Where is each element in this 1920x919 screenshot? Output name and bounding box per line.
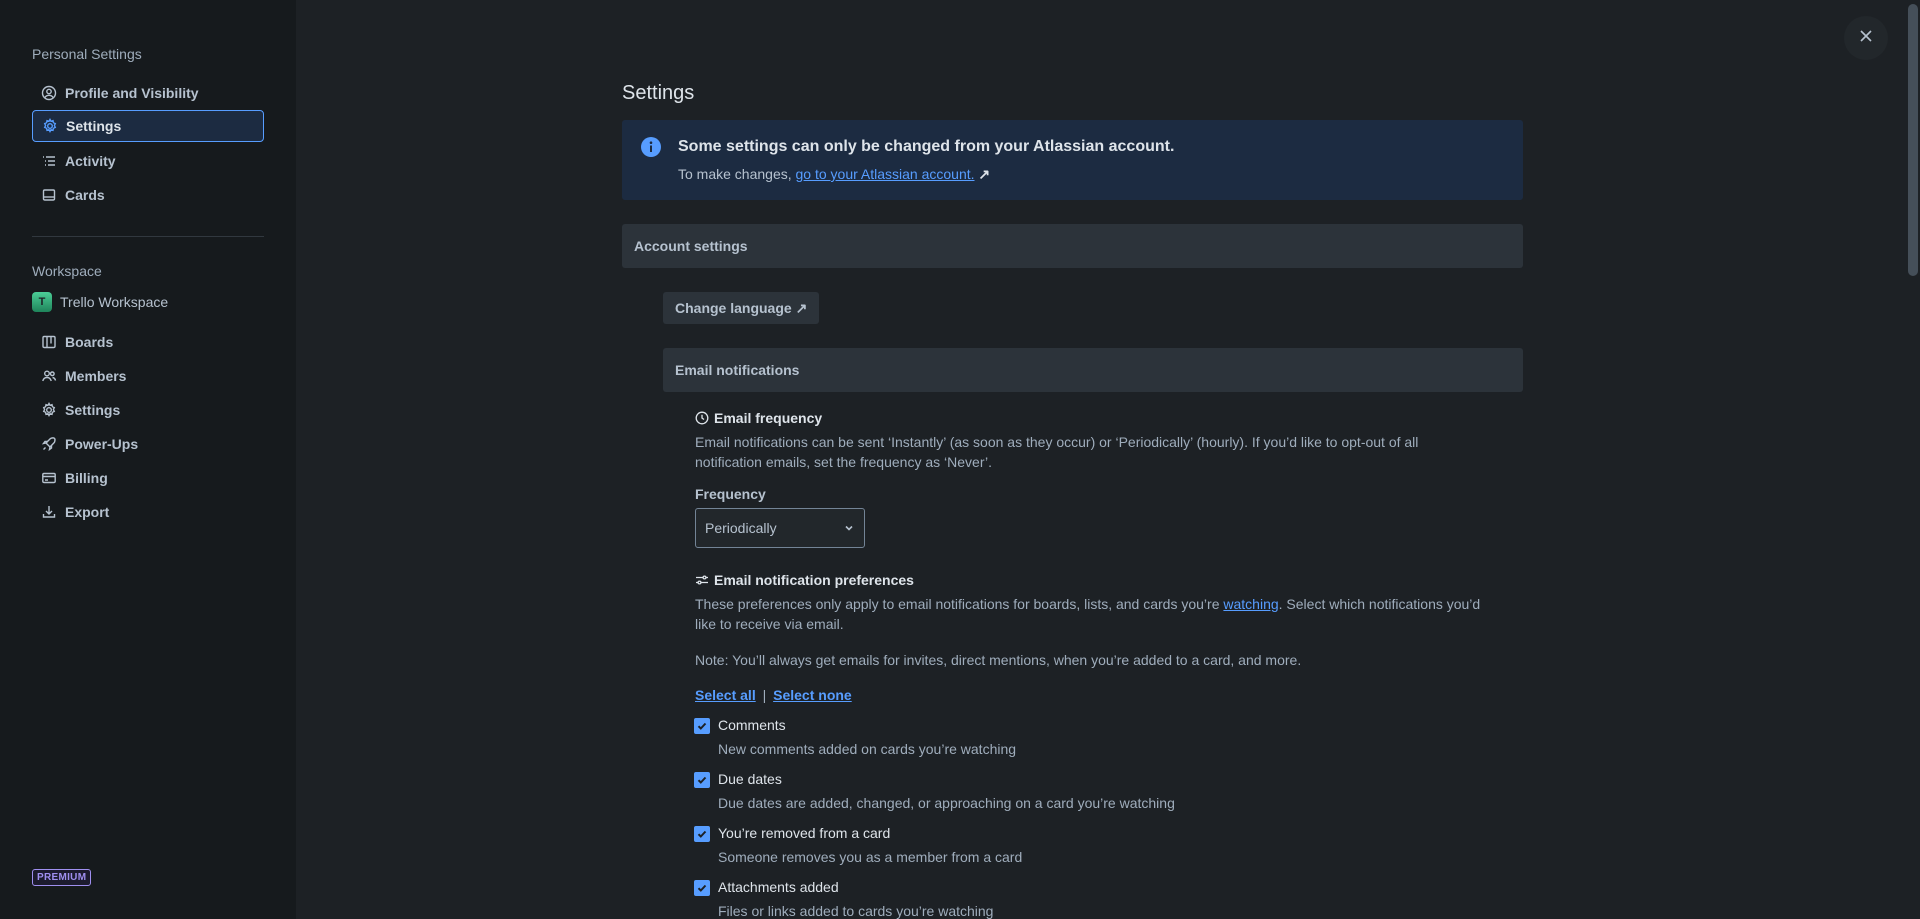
info-icon [640,136,662,163]
due-dates-checkbox[interactable] [694,772,710,788]
email-frequency-description: Email notifications can be sent ‘Instant… [695,432,1418,472]
removed-from-card-checkbox[interactable] [694,826,710,842]
prefs-line2: like to receive via email. [695,616,844,632]
sidebar-item-label: Billing [65,470,108,486]
atlassian-account-link[interactable]: go to your Atlassian account. [796,166,975,182]
members-icon [41,368,57,384]
activity-list-icon [41,153,57,169]
pref-desc: Due dates are added, changed, or approac… [718,795,1175,811]
preferences-sliders-icon [695,573,709,587]
chevron-down-icon [844,520,854,536]
sidebar-item-label: Boards [65,334,114,350]
select-none-link[interactable]: Select none [773,687,852,703]
sidebar-item-label: Settings [66,118,122,134]
select-all-link[interactable]: Select all [695,687,756,703]
sidebar-item-label: Settings [65,402,121,418]
sidebar-item-workspace-settings[interactable]: Settings [32,394,264,426]
workspace-name-row[interactable]: T Trello Workspace [32,292,168,312]
check-icon [697,884,707,892]
prefs-note: Note: You’ll always get emails for invit… [695,652,1302,668]
sidebar-item-boards[interactable]: Boards [32,326,264,358]
sidebar-item-activity[interactable]: Activity [32,145,264,177]
frequency-label: Frequency [695,486,766,502]
rocket-icon [41,436,57,452]
attachments-added-checkbox[interactable] [694,880,710,896]
email-frequency-line1: Email notifications can be sent ‘Instant… [695,434,1419,450]
pref-title: Comments [718,717,786,733]
profile-icon [41,85,57,101]
sidebar-item-profile-visibility[interactable]: Profile and Visibility [32,77,264,109]
frequency-select[interactable]: Periodically [695,508,865,548]
sidebar-item-label: Cards [65,187,105,203]
workspace-name: Trello Workspace [60,294,169,310]
workspace-avatar: T [32,292,52,312]
pref-desc: Someone removes you as a member from a c… [718,849,1023,865]
close-icon [1859,29,1873,48]
atlassian-info-banner: Some settings can only be changed from y… [622,120,1523,200]
check-icon [697,722,707,730]
sidebar-item-members[interactable]: Members [32,360,264,392]
clock-icon [695,411,709,425]
select-separator: | [762,687,767,703]
boards-icon [41,334,57,350]
page-title: Settings [622,82,695,104]
export-icon [41,504,57,520]
pref-title: You’re removed from a card [718,825,891,841]
prefs-line1-suffix: . Select which notifications you’d [1278,596,1481,612]
email-frequency-line2: notification emails, set the frequency a… [695,454,992,470]
sidebar-item-power-ups[interactable]: Power-Ups [32,428,264,460]
sidebar-item-label: Export [65,504,110,520]
email-frequency-title: Email frequency [714,410,823,426]
select-links: Select all | Select none [695,687,852,703]
gear-icon [41,402,57,418]
email-preferences-title: Email notification preferences [714,572,914,588]
pref-title: Due dates [718,771,782,787]
sidebar-item-label: Members [65,368,127,384]
workspace-heading: Workspace [32,263,102,279]
sidebar-item-export[interactable]: Export [32,496,264,528]
sidebar-item-label: Power-Ups [65,436,139,452]
scrollbar-thumb[interactable] [1908,4,1918,276]
check-icon [697,776,707,784]
comments-checkbox[interactable] [694,718,710,734]
sidebar-item-settings[interactable]: Settings [32,110,264,142]
close-button[interactable] [1844,16,1888,60]
check-icon [697,830,707,838]
external-link-icon: ↗ [978,166,991,182]
email-preferences-heading: Email notification preferences [695,572,914,588]
change-language-button[interactable]: Change language ↗ [663,292,820,324]
sidebar-item-cards[interactable]: Cards [32,179,264,211]
pref-title: Attachments added [718,879,839,895]
gear-icon [42,118,58,134]
premium-badge: PREMIUM [32,869,92,886]
banner-text-prefix: To make changes, [678,166,796,182]
sidebar-item-label: Profile and Visibility [65,85,199,101]
sidebar-item-label: Activity [65,153,116,169]
sidebar: Personal Settings Profile and Visibility… [0,0,296,919]
billing-icon [41,470,57,486]
banner-title: Some settings can only be changed from y… [678,138,1175,155]
account-settings-header: Account settings [622,224,1523,268]
frequency-selected-value: Periodically [705,520,777,536]
email-preferences-description: These preferences only apply to email no… [695,594,1480,634]
watching-link[interactable]: watching [1223,596,1278,612]
banner-text: To make changes, go to your Atlassian ac… [678,166,990,183]
pref-desc: Files or links added to cards you’re wat… [718,903,994,919]
prefs-line1-prefix: These preferences only apply to email no… [695,596,1224,612]
sidebar-divider [32,236,264,237]
sidebar-item-billing[interactable]: Billing [32,462,264,494]
card-icon [41,187,57,203]
personal-settings-heading: Personal Settings [32,46,142,62]
email-frequency-heading: Email frequency [695,410,822,426]
email-notifications-header: Email notifications [663,348,1523,392]
pref-desc: New comments added on cards you’re watch… [718,741,1017,757]
